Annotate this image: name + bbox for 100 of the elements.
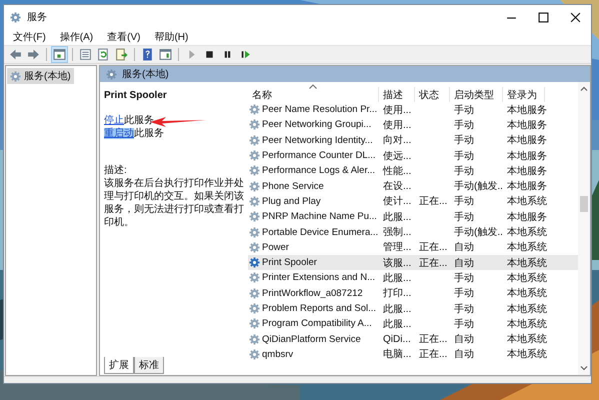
table-cell-text: 性能... bbox=[383, 164, 412, 178]
close-icon[interactable] bbox=[570, 12, 581, 22]
table-cell-text: 手动 bbox=[454, 302, 474, 316]
window-title: 服务 bbox=[27, 11, 47, 24]
column-header[interactable]: 状态 bbox=[415, 87, 450, 102]
tree-item[interactable]: 服务(本地) bbox=[7, 68, 74, 84]
table-cell-text: 手动 bbox=[454, 318, 474, 331]
menu-item[interactable]: 查看(V) bbox=[105, 30, 142, 44]
column-header[interactable]: 名称 bbox=[248, 87, 379, 102]
services-icon bbox=[10, 12, 21, 22]
table-cell-text: 使用... bbox=[383, 104, 412, 117]
column-header[interactable]: 描述 bbox=[379, 87, 415, 102]
gear-icon bbox=[249, 119, 260, 130]
table-cell: Peer Name Resolution Pr... bbox=[262, 104, 378, 116]
export-list-icon[interactable] bbox=[114, 47, 129, 62]
table-cell: PrintWorkflow_a087212 bbox=[262, 288, 363, 299]
menu-item[interactable]: 文件(F) bbox=[11, 30, 48, 44]
gear-icon bbox=[249, 318, 260, 330]
forward-arrow-icon[interactable] bbox=[26, 47, 41, 62]
table-cell-text: 正在... bbox=[419, 348, 448, 362]
gear-icon bbox=[249, 196, 260, 207]
table-cell-text: 使计... bbox=[383, 194, 412, 208]
scrollbar[interactable] bbox=[578, 82, 590, 375]
help-icon[interactable] bbox=[140, 47, 155, 62]
table-cell: Performance Counter DL... bbox=[262, 150, 376, 162]
table-cell-text: 此服... bbox=[383, 318, 412, 331]
tab[interactable]: 扩展 bbox=[104, 357, 134, 374]
table-cell-text: 手动(触发... bbox=[454, 180, 503, 194]
tab[interactable]: 标准 bbox=[134, 357, 164, 374]
gear-icon bbox=[249, 257, 260, 268]
table-cell-text: 手动 bbox=[454, 272, 474, 285]
window-icon[interactable] bbox=[158, 47, 173, 62]
description-text: 该服务在后台执行打印作业并处理与打印机的交互。如果关闭该服务，则无法进行打印或查看打印机。 bbox=[104, 177, 245, 229]
table-cell-text: 手动 bbox=[454, 194, 474, 208]
action-link[interactable]: 重启动 bbox=[104, 128, 134, 139]
table-cell-text: 使远... bbox=[383, 150, 412, 163]
table-cell: Peer Networking Identity... bbox=[262, 134, 373, 146]
gear-icon bbox=[249, 242, 260, 253]
column-header[interactable]: 登录为 bbox=[503, 87, 545, 102]
table-cell-text: 此服... bbox=[383, 272, 412, 285]
maximize-icon[interactable] bbox=[538, 12, 549, 22]
table-cell-text: 在设... bbox=[383, 180, 412, 194]
table-cell-text: 本地服务 bbox=[507, 104, 547, 117]
table-cell: Peer Networking Groupi... bbox=[262, 119, 372, 130]
table-cell-text: 自动 bbox=[454, 348, 474, 362]
table-cell: Plug and Play bbox=[262, 196, 321, 207]
table-cell-text: 自动 bbox=[454, 241, 474, 254]
table-cell-text: 本地系统 bbox=[507, 256, 547, 270]
table-cell-text: 电脑... bbox=[383, 348, 412, 362]
table-cell: QiDi... bbox=[383, 334, 411, 345]
table-cell-text: 本地系统 bbox=[507, 348, 547, 362]
console-tree-icon[interactable] bbox=[52, 47, 67, 62]
properties-icon[interactable] bbox=[78, 47, 93, 62]
table-cell: Phone Service bbox=[262, 180, 324, 192]
table-cell-text: 正在... bbox=[419, 333, 448, 346]
table-cell-text: 本地系统 bbox=[507, 286, 547, 300]
scroll-down-icon[interactable] bbox=[579, 363, 589, 373]
table-cell-text: 此服... bbox=[383, 302, 412, 316]
gear-icon bbox=[249, 211, 260, 222]
menu-item[interactable]: 操作(A) bbox=[58, 30, 96, 44]
table-cell-text: 本地服务 bbox=[507, 134, 547, 148]
table-cell-text: 自动 bbox=[454, 256, 474, 270]
back-arrow-icon[interactable] bbox=[8, 47, 23, 62]
refresh-icon[interactable] bbox=[96, 47, 111, 62]
service-name: Print Spooler bbox=[104, 90, 168, 101]
table-cell-text: 该服... bbox=[383, 256, 412, 270]
pane-title: 服务(本地) bbox=[122, 68, 169, 81]
table-cell: qmbsrv bbox=[262, 348, 294, 360]
table-cell-text: 本地系统 bbox=[507, 194, 547, 208]
action-link[interactable]: 停止 bbox=[104, 115, 124, 126]
table-cell-text: 本地服务 bbox=[507, 164, 547, 178]
table-cell-text: 管理... bbox=[383, 241, 412, 254]
table-cell-text: 本地系统 bbox=[507, 226, 547, 240]
table-cell-text: 本地系统 bbox=[507, 318, 547, 331]
gear-icon bbox=[249, 303, 260, 314]
table-cell-text: 打印... bbox=[383, 286, 412, 300]
table-cell: QiDianPlatform Service bbox=[262, 334, 361, 345]
description-label: 描述: bbox=[104, 164, 128, 177]
action-text: 重启动此服务 bbox=[104, 127, 164, 140]
table-cell-text: 本地系统 bbox=[507, 240, 547, 254]
gear-icon bbox=[249, 104, 260, 116]
table-cell-text: 手动 bbox=[454, 210, 474, 224]
action-text: 停止此服务 bbox=[104, 114, 154, 127]
menu-item[interactable]: 帮助(H) bbox=[152, 30, 190, 44]
table-cell-text: 手动 bbox=[454, 104, 474, 117]
table-cell-text: 本地服务 bbox=[507, 180, 547, 194]
table-cell: PNRP Machine Name Pu... bbox=[262, 211, 377, 222]
column-header[interactable]: 启动类型 bbox=[450, 87, 503, 102]
scroll-thumb[interactable] bbox=[580, 196, 588, 212]
table-cell-text: 手动 bbox=[454, 150, 474, 163]
table-cell-text: 正在... bbox=[419, 195, 448, 208]
table-cell-text: 本地系统 bbox=[507, 332, 547, 346]
table-cell-text: 本地系统 bbox=[507, 302, 547, 316]
table-cell: Printer Extensions and N... bbox=[262, 272, 375, 284]
gear-icon bbox=[249, 180, 260, 192]
table-cell-text: 本地服务 bbox=[507, 210, 547, 224]
table-cell-text: 正在... bbox=[419, 256, 448, 270]
gear-icon bbox=[249, 348, 260, 360]
table-cell-text: 本地服务 bbox=[507, 150, 547, 163]
table-cell-text: 自动 bbox=[454, 333, 474, 346]
